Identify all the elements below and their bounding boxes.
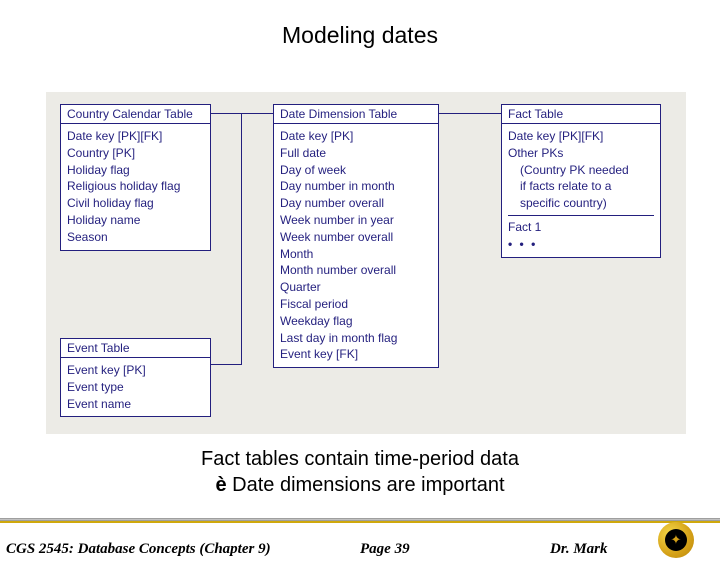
connector-event-to-date-h: [211, 364, 241, 365]
field: Quarter: [280, 279, 432, 296]
table-header: Fact Table: [501, 104, 661, 124]
caption-line2: Date dimensions are important: [227, 474, 505, 496]
diagram-area: Country Calendar Table Date key [PK][FK]…: [46, 92, 686, 434]
field: Fiscal period: [280, 296, 432, 313]
connector-event-to-date-v: [241, 113, 242, 365]
field: Holiday flag: [67, 162, 204, 179]
field: Holiday name: [67, 212, 204, 229]
footer-center: Page 39: [360, 541, 410, 558]
country-calendar-table: Country Calendar Table Date key [PK][FK]…: [60, 104, 211, 251]
field: Day of week: [280, 162, 432, 179]
logo-icon: ✦: [658, 522, 694, 558]
field: Month number overall: [280, 262, 432, 279]
table-body: Event key [PK] Event type Event name: [60, 358, 211, 417]
field: Event type: [67, 379, 204, 396]
table-body: Date key [PK][FK] Other PKs (Country PK …: [501, 124, 661, 258]
arrow-icon: è: [215, 474, 226, 496]
field: Fact 1: [508, 219, 654, 236]
footer-right: Dr. Mark: [550, 541, 608, 558]
connector-country-to-date: [211, 113, 273, 114]
table-body: Date key [PK] Full date Day of week Day …: [273, 124, 439, 368]
note: (Country PK needed: [508, 162, 654, 179]
field: Country [PK]: [67, 145, 204, 162]
field: Season: [67, 229, 204, 246]
field: Event key [PK]: [67, 362, 204, 379]
field: Civil holiday flag: [67, 195, 204, 212]
field: Day number overall: [280, 195, 432, 212]
field: Week number in year: [280, 212, 432, 229]
note: specific country): [508, 195, 654, 212]
field: Date key [PK][FK]: [508, 128, 654, 145]
caption: Fact tables contain time-period data è D…: [0, 446, 720, 498]
note: if facts relate to a: [508, 178, 654, 195]
field: Event key [FK]: [280, 346, 432, 363]
event-table: Event Table Event key [PK] Event type Ev…: [60, 338, 211, 417]
separator: [508, 215, 654, 216]
field: Month: [280, 246, 432, 263]
connector-date-to-fact: [439, 113, 501, 114]
footer-accent: [0, 521, 720, 523]
caption-line1: Fact tables contain time-period data: [201, 448, 519, 470]
field: Weekday flag: [280, 313, 432, 330]
table-header: Date Dimension Table: [273, 104, 439, 124]
field: Last day in month flag: [280, 330, 432, 347]
field: Date key [PK]: [280, 128, 432, 145]
table-body: Date key [PK][FK] Country [PK] Holiday f…: [60, 124, 211, 251]
field: Day number in month: [280, 178, 432, 195]
field: Event name: [67, 396, 204, 413]
date-dimension-table: Date Dimension Table Date key [PK] Full …: [273, 104, 439, 368]
fact-table: Fact Table Date key [PK][FK] Other PKs (…: [501, 104, 661, 258]
field: Week number overall: [280, 229, 432, 246]
slide-title: Modeling dates: [0, 22, 720, 49]
field: Other PKs: [508, 145, 654, 162]
footer: CGS 2545: Database Concepts (Chapter 9) …: [0, 518, 720, 562]
ellipsis: • • •: [508, 236, 654, 253]
footer-left: CGS 2545: Database Concepts (Chapter 9): [6, 541, 271, 558]
field: Full date: [280, 145, 432, 162]
field: Date key [PK][FK]: [67, 128, 204, 145]
table-header: Event Table: [60, 338, 211, 358]
field: Religious holiday flag: [67, 178, 204, 195]
table-header: Country Calendar Table: [60, 104, 211, 124]
